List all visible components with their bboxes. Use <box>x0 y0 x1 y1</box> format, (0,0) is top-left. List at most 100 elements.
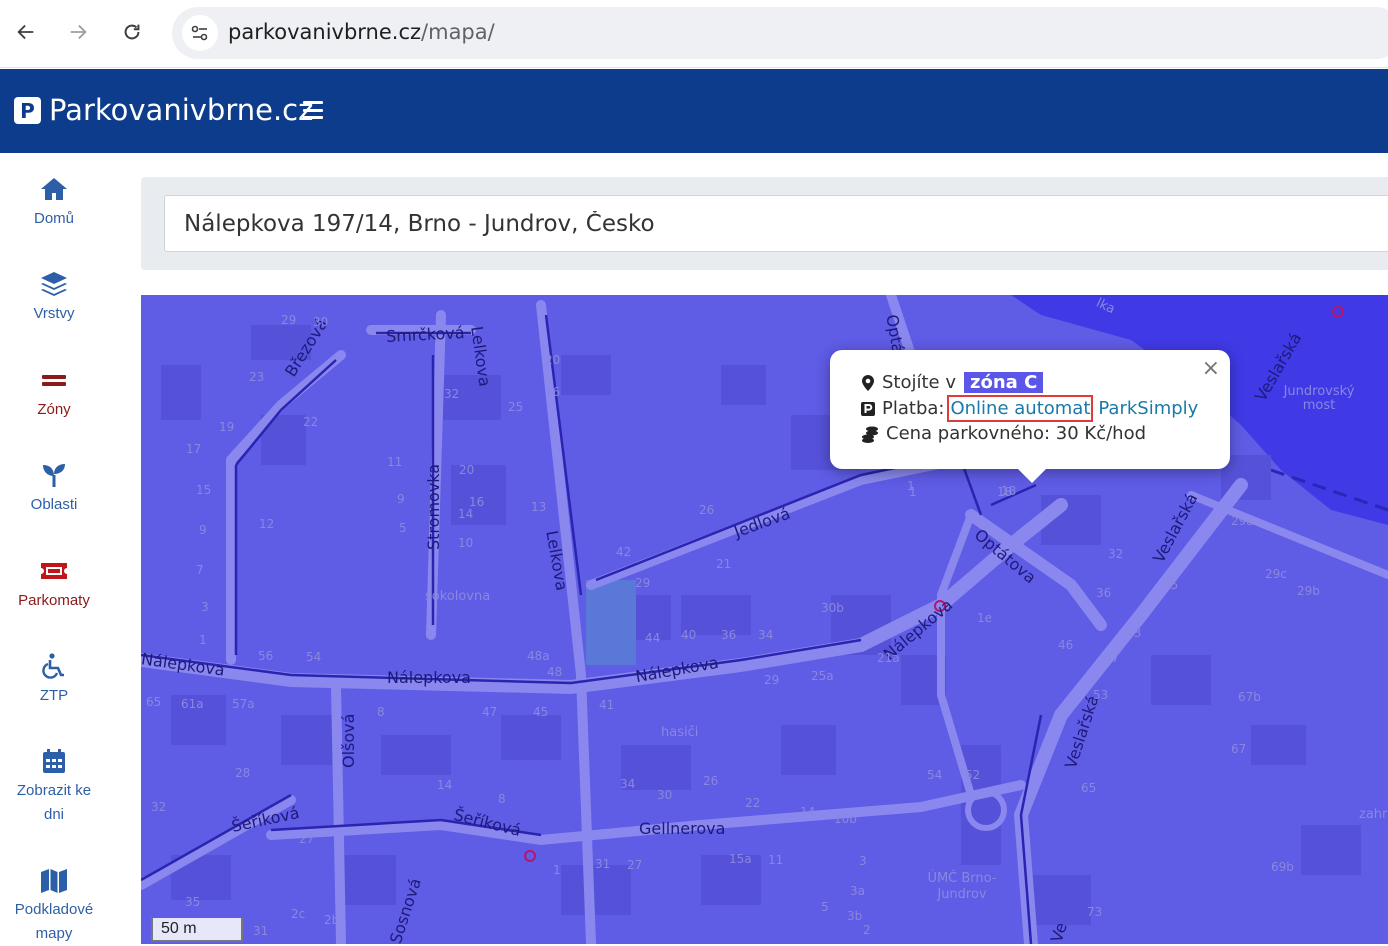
sidebar-item-label: Oblasti <box>30 496 78 513</box>
map-view[interactable]: Smrčková Lelkova Optátova Březová Jedlov… <box>141 295 1388 944</box>
map-scale: 50 m <box>151 918 243 942</box>
popup-payment-label: Platba: <box>882 398 945 419</box>
url-text: parkovanivbrne.cz/mapa/ <box>228 20 495 44</box>
house-number: 13 <box>531 500 547 514</box>
house-number: 14 <box>800 805 816 819</box>
sidebar-item-label: ZTP <box>39 687 69 704</box>
house-number: 10 <box>458 536 474 550</box>
sidebar-item-zones[interactable]: Zóny <box>0 366 108 422</box>
house-number: 29c <box>1265 567 1287 581</box>
sidebar-item-ztp[interactable]: ZTP <box>0 652 108 708</box>
browser-toolbar: parkovanivbrne.cz/mapa/ <box>0 0 1388 68</box>
url-host: parkovanivbrne.cz <box>228 20 422 44</box>
poi-label: Jundrovský most <box>1283 384 1355 413</box>
house-number: 2 <box>863 923 871 937</box>
street-label: Stromovka <box>424 463 443 550</box>
wheelchair-icon <box>42 653 64 679</box>
house-number: 65 <box>1081 781 1097 795</box>
house-number: 56 <box>258 649 274 663</box>
house-number: 47 <box>482 705 498 719</box>
sidebar-item-layers[interactable]: Vrstvy <box>0 270 108 326</box>
house-number: 30 <box>657 788 673 802</box>
house-number: 17 <box>186 442 202 456</box>
app-header: P Parkovanivbrne.cz <box>0 69 1388 153</box>
house-number: 21 <box>716 557 732 571</box>
house-number: 29 <box>635 576 651 590</box>
forward-button[interactable] <box>60 14 96 50</box>
house-number: 3 <box>201 600 209 614</box>
poi-label: ÚMČ Brno-Jundrov <box>927 871 997 902</box>
house-number: 42 <box>616 545 632 559</box>
popup-zone-text: Stojíte v <box>882 372 957 393</box>
house-number: 29 <box>764 673 780 687</box>
house-number: 15 <box>196 483 212 497</box>
house-number: 34 <box>620 777 636 791</box>
house-number: 1 <box>907 479 915 493</box>
address-bar[interactable]: parkovanivbrne.cz/mapa/ <box>172 7 1388 59</box>
sidebar-item-home[interactable]: Domů <box>0 175 108 231</box>
house-number: 1 <box>199 633 207 647</box>
house-number: 7 <box>196 563 204 577</box>
address-search-input[interactable] <box>164 195 1388 252</box>
arrow-right-icon <box>70 24 87 40</box>
parking-logo-icon[interactable]: P <box>14 97 41 124</box>
zone-info-popup: × Stojíte v zóna C Platba: Online automa… <box>830 350 1230 483</box>
house-number: 27 <box>627 858 643 872</box>
house-number: 5 <box>821 900 829 914</box>
house-number: 15a <box>729 852 752 866</box>
parksimply-link[interactable]: ParkSimply <box>1098 398 1198 419</box>
sidebar-item-areas[interactable]: Oblasti <box>0 461 108 517</box>
house-number: 48a <box>527 649 550 663</box>
house-number: 32 <box>151 800 167 814</box>
popup-payment-line: Platba: Online automat ParkSimply <box>860 395 1198 422</box>
house-number: 73 <box>1087 905 1103 919</box>
hamburger-icon <box>303 101 323 104</box>
house-number: 8 <box>377 705 385 719</box>
house-number: 44 <box>645 631 661 645</box>
house-number: 25a <box>811 669 834 683</box>
menu-toggle-button[interactable] <box>303 101 323 119</box>
house-number: 32 <box>1108 547 1124 561</box>
reload-button[interactable] <box>114 14 150 50</box>
brand-title[interactable]: Parkovanivbrne.cz <box>49 93 313 127</box>
house-number: 3a <box>850 884 865 898</box>
zones-icon <box>42 375 66 386</box>
house-number: 61a <box>181 697 204 711</box>
arrow-left-icon <box>17 24 34 40</box>
house-number: 9 <box>397 492 405 506</box>
sidebar-item-parking-meters[interactable]: Parkomaty <box>0 557 108 613</box>
sidebar-item-show-by-day[interactable]: Zobrazit ke dni <box>0 747 108 827</box>
house-number: 30b <box>821 601 844 615</box>
house-number: 20 <box>459 463 475 477</box>
hamburger-line <box>303 108 323 112</box>
popup-price-line: Cena parkovného: 30 Kč/hod <box>860 423 1146 444</box>
house-number: 19 <box>219 420 235 434</box>
back-button[interactable] <box>8 14 44 50</box>
sidebar-item-base-maps[interactable]: Podkladové mapy <box>0 866 108 946</box>
parking-icon <box>861 401 875 416</box>
sidebar-item-label: Zobrazit ke dni <box>16 782 92 823</box>
site-info-button[interactable] <box>182 15 218 51</box>
house-number: 54 <box>306 650 322 664</box>
house-number: 54 <box>927 768 943 782</box>
house-number: 67b <box>1238 690 1261 704</box>
sidebar: Domů Vrstvy Zóny Oblasti Parkomaty ZTP Z… <box>0 153 108 944</box>
house-number: 23 <box>249 370 265 384</box>
house-number: 3 <box>859 854 867 868</box>
house-number: 11 <box>768 853 784 867</box>
poi-label: zahr <box>1359 807 1388 822</box>
house-number: 31 <box>595 857 611 871</box>
house-number: 8 <box>498 792 506 806</box>
home-icon <box>41 178 67 200</box>
house-number: 32 <box>444 387 460 401</box>
popup-close-button[interactable]: × <box>1202 358 1220 380</box>
house-number: 52 <box>965 768 981 782</box>
street-label: Nálepkova <box>387 668 471 687</box>
sidebar-item-label: Parkomaty <box>18 592 90 609</box>
house-number: 29 <box>281 313 297 327</box>
house-number: 1 <box>553 863 561 877</box>
house-number: 43 <box>1126 626 1142 640</box>
online-automat-link[interactable]: Online automat <box>947 395 1094 422</box>
house-number: 5 <box>399 521 407 535</box>
house-number: 29b <box>1297 584 1320 598</box>
